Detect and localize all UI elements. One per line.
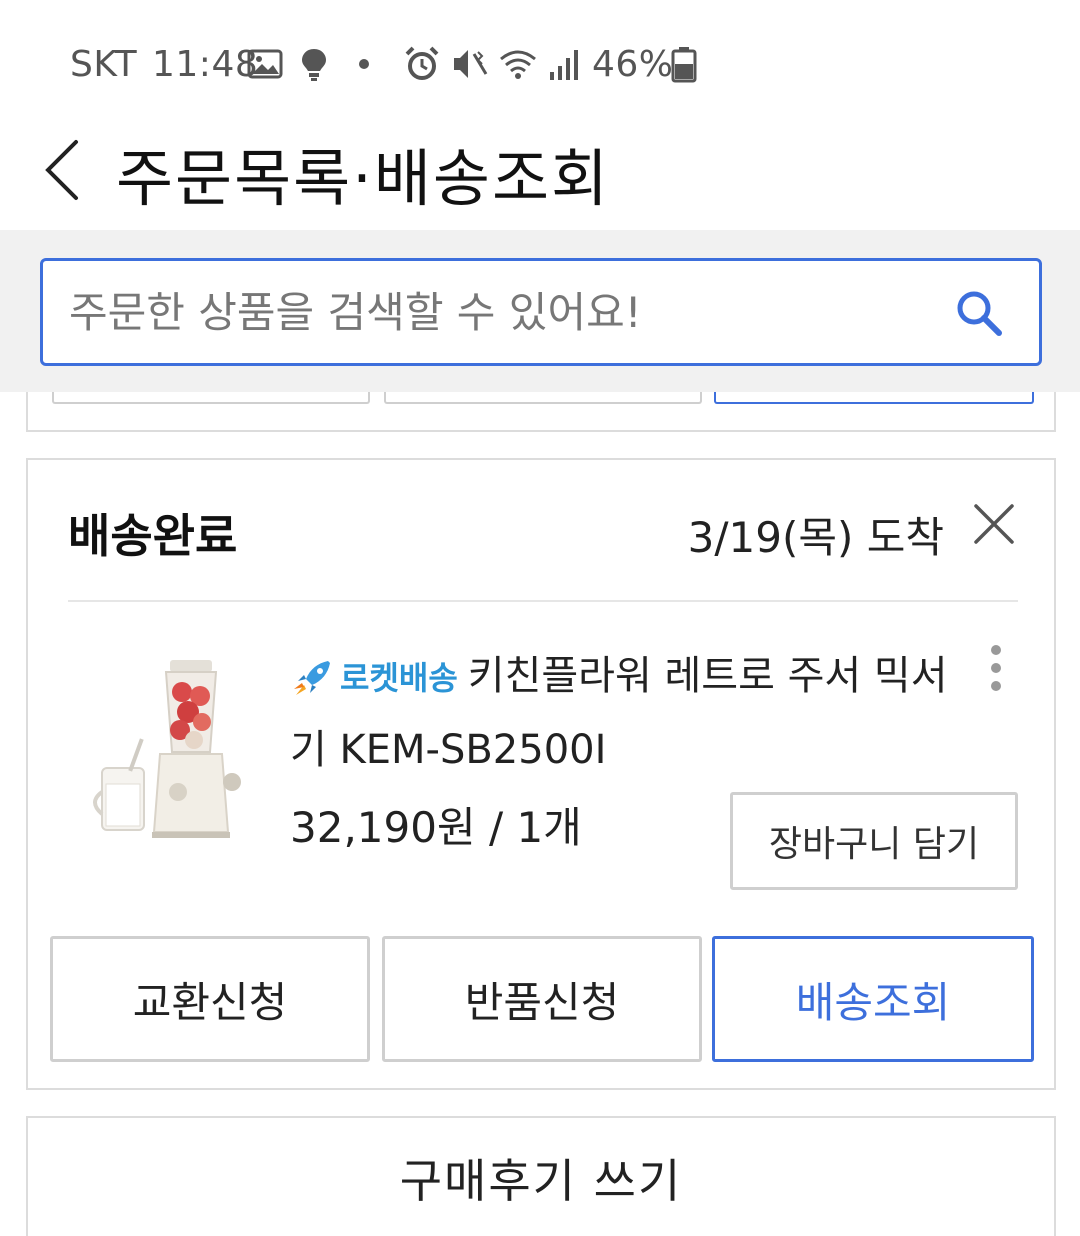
previous-exchange-button[interactable] [52,392,370,404]
search-box [40,258,1042,366]
delivery-status: 배송완료 [68,509,238,563]
rocket-delivery-badge: 로켓배송 [290,642,458,714]
status-bar: SKT 11:48 46% [0,0,1080,120]
page-title: 주문목록·배송조회 [116,142,611,215]
carrier-label: SKT [70,44,138,85]
search-bar-area [0,230,1080,392]
arrival-date: 3/19(목) 도착 [687,513,944,562]
order-card: 배송완료 3/19(목) 도착 로켓배송 키친플라워 레트로 주서 믹서기 KE… [26,458,1056,1090]
delivery-tracking-button[interactable]: 배송조회 [712,936,1034,1062]
app-header: 주문목록·배송조회 [0,120,1080,230]
battery-percent: 46% [592,44,674,85]
price-quantity: 32,190원 / 1개 [290,803,582,852]
search-input[interactable] [69,261,949,363]
write-review-button[interactable]: 구매후기 쓰기 [28,1118,1054,1236]
add-to-cart-button[interactable]: 장바구니 담기 [730,792,1018,890]
back-button[interactable] [36,134,96,204]
divider [68,600,1018,602]
previous-order-card [26,392,1056,432]
alarm-icon [405,46,439,80]
image-icon [247,49,283,79]
battery-icon [671,47,697,83]
previous-return-button[interactable] [384,392,702,404]
wifi-icon [500,50,536,79]
return-request-button[interactable]: 반품신청 [382,936,702,1062]
review-card: 구매후기 쓰기 [26,1116,1056,1236]
clock-time: 11:48 [152,44,259,85]
previous-tracking-button[interactable] [714,392,1034,404]
bulb-icon [302,49,326,81]
rocket-icon [294,661,330,695]
product-title-block[interactable]: 로켓배송 키친플라워 레트로 주서 믹서기 KEM-SB2500I [290,640,950,786]
dot-icon [359,59,369,69]
more-options-icon[interactable] [984,644,1008,692]
product-image[interactable] [82,656,252,856]
vibrate-icon [454,50,488,78]
exchange-request-button[interactable]: 교환신청 [50,936,370,1062]
rocket-delivery-label: 로켓배송 [340,659,458,697]
close-icon[interactable] [970,500,1018,548]
search-icon[interactable] [953,287,1005,339]
signal-icon [550,50,578,80]
